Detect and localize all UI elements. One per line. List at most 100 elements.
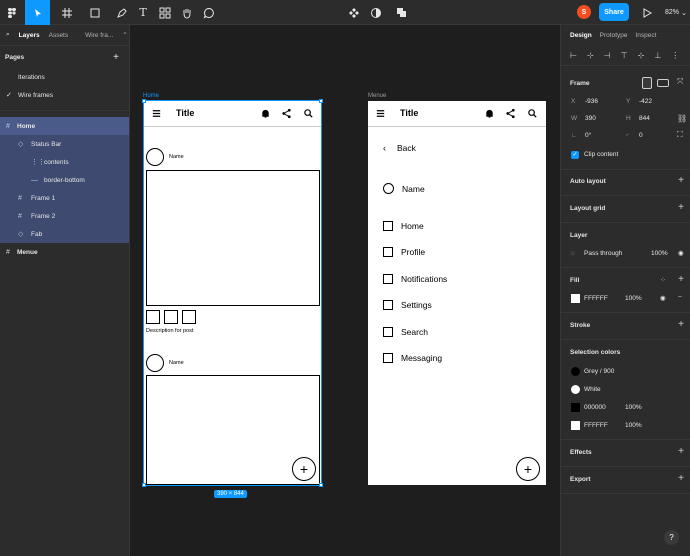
user-avatar[interactable]: S (577, 5, 591, 19)
tab-assets[interactable]: Assets (49, 32, 69, 39)
add-auto-layout-icon[interactable]: + (678, 175, 684, 186)
menu-profile-name[interactable]: Name (383, 183, 425, 194)
tab-design[interactable]: Design (570, 32, 592, 39)
menu-item-home[interactable]: Home (383, 221, 424, 231)
layer-menue[interactable]: # Menue (0, 243, 129, 261)
add-export-icon[interactable]: + (678, 473, 684, 484)
text-tool-button[interactable]: T (136, 0, 150, 25)
page-item-iterations[interactable]: Iterations (0, 68, 129, 86)
resize-to-fit-icon[interactable]: ⤧ (677, 77, 683, 87)
selection-color-label[interactable]: 000000 (584, 404, 606, 411)
clip-content-checkbox[interactable]: ✓ (571, 151, 579, 159)
move-tool-button[interactable] (25, 0, 50, 25)
checkbox[interactable] (383, 221, 393, 231)
help-button[interactable]: ? (664, 530, 679, 545)
present-button[interactable] (640, 0, 654, 25)
add-stroke-icon[interactable]: + (678, 319, 684, 330)
tab-inspect[interactable]: Inspect (636, 32, 657, 39)
y-field[interactable]: -422 (639, 98, 652, 105)
independent-corners-icon[interactable]: ⛶ (677, 130, 683, 140)
h-field[interactable]: 844 (639, 115, 650, 122)
layer-border-bottom[interactable]: — border-bottom (0, 171, 129, 189)
pen-tool-button[interactable] (110, 0, 134, 25)
landscape-icon[interactable] (657, 79, 669, 87)
rotation-field[interactable]: 0° (585, 132, 591, 139)
resources-button[interactable] (158, 0, 172, 25)
tab-layers[interactable]: Layers (19, 32, 40, 39)
menu-item-search[interactable]: Search (383, 327, 428, 337)
component-button[interactable] (347, 0, 361, 25)
hamburger-menu-icon[interactable] (151, 108, 162, 119)
align-right-icon[interactable]: ⊣ (604, 51, 611, 60)
distribute-icon[interactable]: ⋮ (671, 51, 679, 60)
action-box[interactable] (146, 310, 160, 324)
menu-item-profile[interactable]: Profile (383, 247, 425, 257)
align-top-icon[interactable]: ⊤ (621, 51, 628, 60)
selection-color-opacity[interactable]: 100% (625, 404, 642, 411)
w-field[interactable]: 390 (585, 115, 596, 122)
bell-icon[interactable] (484, 108, 495, 119)
fab-button[interactable]: + (516, 457, 540, 481)
layer-contents[interactable]: ⋮⋮ contents (0, 153, 129, 171)
color-swatch[interactable] (571, 403, 580, 412)
align-center-h-icon[interactable]: ⊹ (587, 51, 594, 60)
layer-frame-1[interactable]: # Frame 1 (0, 189, 129, 207)
selection-color-opacity[interactable]: 100% (625, 422, 642, 429)
fill-hex-field[interactable]: FFFFFF (584, 295, 608, 302)
add-layout-grid-icon[interactable]: + (678, 202, 684, 213)
style-picker-icon[interactable]: ⁘ (660, 276, 666, 284)
action-box[interactable] (182, 310, 196, 324)
align-left-icon[interactable]: ⊢ (570, 51, 577, 60)
fill-opacity-field[interactable]: 100% (625, 295, 642, 302)
align-middle-icon[interactable]: ⊹ (638, 51, 645, 60)
share-button[interactable]: Share (599, 3, 629, 21)
home-frame[interactable]: Title Name Description for post Name + (143, 100, 322, 486)
menu-item-notifications[interactable]: Notifications (383, 274, 447, 284)
frame-tool-button[interactable] (55, 0, 79, 25)
portrait-icon[interactable] (642, 77, 652, 89)
selection-color-label[interactable]: White (584, 386, 601, 393)
blend-mode-dropdown[interactable]: Pass through (584, 250, 622, 257)
frame-title[interactable]: Frame (570, 80, 590, 87)
add-page-icon[interactable]: + (113, 52, 119, 63)
zoom-dropdown[interactable]: 82% ⌄ (665, 0, 687, 25)
fill-swatch[interactable] (571, 294, 580, 303)
page-item-wire-frames[interactable]: ✓ Wire frames (0, 86, 129, 104)
color-swatch[interactable] (571, 421, 580, 430)
checkbox[interactable] (383, 353, 393, 363)
checkbox[interactable] (383, 247, 393, 257)
checkbox[interactable] (383, 327, 393, 337)
layer-frame-2[interactable]: # Frame 2 (0, 207, 129, 225)
add-effect-icon[interactable]: + (678, 446, 684, 457)
page-switcher[interactable]: Wire fra... (85, 32, 113, 39)
shape-tool-button[interactable] (83, 0, 107, 25)
comment-tool-button[interactable] (202, 0, 216, 25)
resize-handle[interactable] (142, 99, 146, 103)
share-icon[interactable] (505, 108, 516, 119)
menu-item-settings[interactable]: Settings (383, 300, 432, 310)
menu-item-messaging[interactable]: Messaging (383, 353, 442, 363)
constrain-proportions-icon[interactable]: ⛓ (677, 114, 687, 123)
hamburger-menu-icon[interactable] (375, 108, 386, 119)
mask-button[interactable] (369, 0, 383, 25)
search-icon[interactable]: ⌕ (6, 31, 10, 39)
menue-frame[interactable]: Title ‹ Back Name Home Profile Notificat… (368, 101, 546, 485)
selection-color-label[interactable]: FFFFFF (584, 422, 608, 429)
selection-color-label[interactable]: Grey / 900 (584, 368, 614, 375)
layer-home[interactable]: # Home (0, 117, 129, 135)
fab-button[interactable]: + (292, 457, 316, 481)
resize-handle[interactable] (142, 483, 146, 487)
eye-icon[interactable]: ◉ (660, 294, 666, 302)
align-bottom-icon[interactable]: ⊥ (654, 51, 661, 60)
boolean-button[interactable] (392, 0, 412, 25)
main-menu-button[interactable] (2, 0, 22, 25)
remove-fill-icon[interactable]: − (678, 294, 682, 301)
x-field[interactable]: -936 (585, 98, 598, 105)
hand-tool-button[interactable] (180, 0, 194, 25)
back-button[interactable]: ‹ Back (383, 143, 416, 153)
eye-icon[interactable]: ◉ (678, 249, 684, 257)
bell-icon[interactable] (260, 108, 271, 119)
add-fill-icon[interactable]: + (678, 274, 684, 285)
color-swatch[interactable] (571, 385, 580, 394)
frame-label-menue[interactable]: Menue (368, 93, 386, 99)
